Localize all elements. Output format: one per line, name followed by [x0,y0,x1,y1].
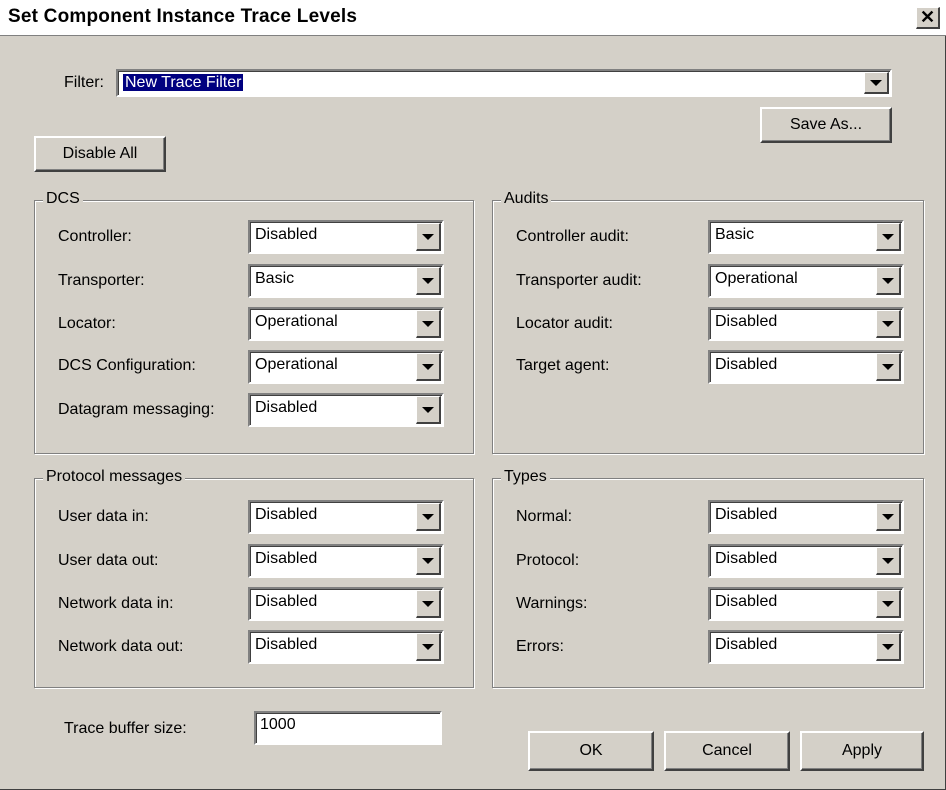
errors-value: Disabled [715,636,778,653]
chevron-down-icon[interactable] [876,310,901,338]
chevron-down-icon[interactable] [416,590,441,618]
chevron-down-icon[interactable] [876,503,901,531]
network-data-out-label: Network data out: [58,638,184,655]
protocol-value: Disabled [715,550,778,567]
network-data-out-select[interactable]: Disabled [248,630,444,664]
window-title: Set Component Instance Trace Levels [8,6,358,27]
locator-audit-label: Locator audit: [516,315,613,332]
network-data-in-value: Disabled [255,593,318,610]
errors-label: Errors: [516,638,564,655]
chevron-down-icon[interactable] [876,590,901,618]
chevron-down-icon[interactable] [416,633,441,661]
transporter-audit-value: Operational [715,270,798,287]
chevron-down-icon[interactable] [876,267,901,295]
controller-audit-value: Basic [715,226,755,243]
close-icon: ✕ [919,7,936,27]
chevron-down-icon[interactable] [876,633,901,661]
target-agent-select[interactable]: Disabled [708,350,904,384]
dcs-group-title: DCS [43,190,83,208]
trace-buffer-size-input[interactable]: 1000 [254,711,442,745]
close-button[interactable]: ✕ [916,7,940,29]
normal-value: Disabled [715,506,778,523]
user-data-in-label: User data in: [58,508,149,525]
warnings-value: Disabled [715,593,778,610]
apply-button[interactable]: Apply [800,731,924,771]
chevron-down-icon[interactable] [416,310,441,338]
chevron-down-icon[interactable] [876,353,901,381]
protocol-label: Protocol: [516,552,580,569]
warnings-label: Warnings: [516,595,588,612]
chevron-down-icon[interactable] [416,353,441,381]
transporter-audit-label: Transporter audit: [516,272,642,289]
transporter-value: Basic [255,270,295,287]
chevron-down-icon[interactable] [416,396,441,424]
filter-label: Filter: [64,74,104,91]
target-agent-label: Target agent: [516,357,610,374]
user-data-out-value: Disabled [255,550,318,567]
locator-value: Operational [255,313,338,330]
ok-button[interactable]: OK [528,731,654,771]
cancel-button[interactable]: Cancel [664,731,790,771]
datagram-messaging-label: Datagram messaging: [58,401,215,418]
errors-select[interactable]: Disabled [708,630,904,664]
network-data-in-select[interactable]: Disabled [248,587,444,621]
user-data-out-label: User data out: [58,552,159,569]
chevron-down-icon[interactable] [416,547,441,575]
user-data-out-select[interactable]: Disabled [248,544,444,578]
transporter-audit-select[interactable]: Operational [708,264,904,298]
disable-all-button[interactable]: Disable All [34,136,166,172]
datagram-messaging-select[interactable]: Disabled [248,393,444,427]
chevron-down-icon[interactable] [876,547,901,575]
controller-label: Controller: [58,228,132,245]
types-group-title: Types [501,468,550,486]
locator-label: Locator: [58,315,116,332]
locator-audit-select[interactable]: Disabled [708,307,904,341]
user-data-in-select[interactable]: Disabled [248,500,444,534]
chevron-down-icon[interactable] [416,267,441,295]
normal-label: Normal: [516,508,573,525]
dcs-configuration-select[interactable]: Operational [248,350,444,384]
datagram-messaging-value: Disabled [255,399,318,416]
target-agent-value: Disabled [715,356,778,373]
filter-value: New Trace Filter [121,73,245,92]
trace-buffer-size-value: 1000 [260,716,296,733]
trace-buffer-size-label: Trace buffer size: [64,720,187,737]
controller-audit-label: Controller audit: [516,228,629,245]
protocol-messages-group-title: Protocol messages [43,468,186,486]
dcs-configuration-value: Operational [255,356,338,373]
audits-group-title: Audits [501,190,552,208]
chevron-down-icon[interactable] [876,223,901,251]
chevron-down-icon[interactable] [864,72,889,94]
network-data-in-label: Network data in: [58,595,174,612]
save-as-button[interactable]: Save As... [760,107,892,143]
protocol-select[interactable]: Disabled [708,544,904,578]
user-data-in-value: Disabled [255,506,318,523]
controller-audit-select[interactable]: Basic [708,220,904,254]
controller-select[interactable]: Disabled [248,220,444,254]
controller-value: Disabled [255,226,318,243]
dialog-window: Set Component Instance Trace Levels ✕ Fi… [0,0,946,790]
dcs-configuration-label: DCS Configuration: [58,357,196,374]
locator-select[interactable]: Operational [248,307,444,341]
network-data-out-value: Disabled [255,636,318,653]
warnings-select[interactable]: Disabled [708,587,904,621]
filter-combo[interactable]: New Trace Filter [116,69,892,97]
chevron-down-icon[interactable] [416,503,441,531]
transporter-select[interactable]: Basic [248,264,444,298]
normal-select[interactable]: Disabled [708,500,904,534]
locator-audit-value: Disabled [715,313,778,330]
transporter-label: Transporter: [58,272,145,289]
chevron-down-icon[interactable] [416,223,441,251]
title-bar: Set Component Instance Trace Levels ✕ [0,0,946,36]
